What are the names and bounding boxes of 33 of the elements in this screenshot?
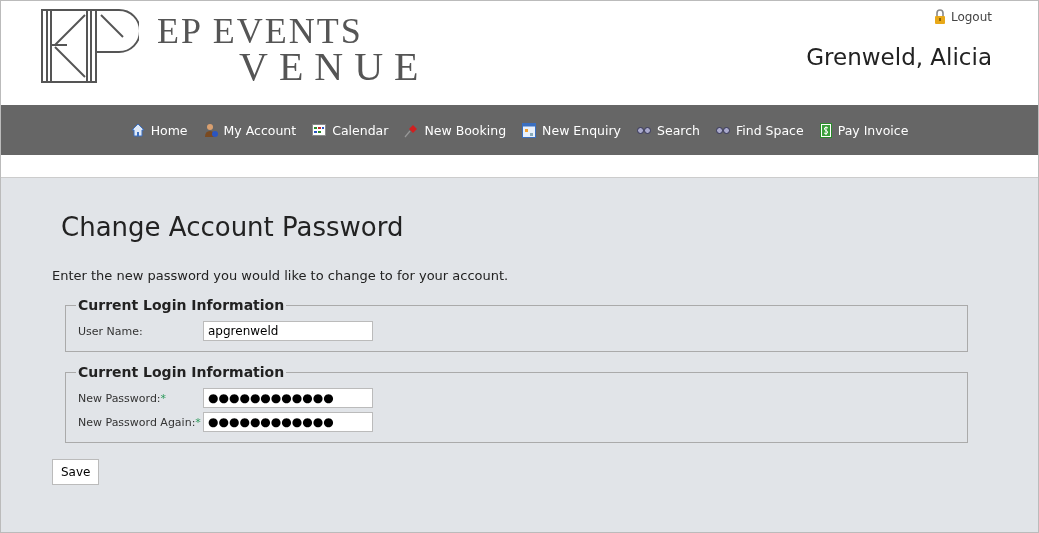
input-field[interactable]: ●●●●●●●●●●●●	[203, 388, 373, 408]
nav-link[interactable]: Search	[637, 122, 700, 138]
input-field[interactable]: apgrenweld	[203, 321, 373, 341]
page-title: Change Account Password	[61, 212, 405, 242]
nav-link[interactable]: New Enquiry	[522, 122, 622, 138]
nav-link[interactable]: My Account	[203, 122, 297, 138]
user-name: Grenweld, Alicia	[806, 44, 992, 70]
save-button[interactable]: Save	[52, 459, 100, 485]
house-icon	[130, 123, 145, 137]
brand-name: EP EVENTS	[157, 13, 364, 49]
fieldset-legend: Current Login Information	[76, 364, 287, 380]
nav-link[interactable]: Calendar	[312, 122, 389, 138]
logout-link[interactable]: Logout	[933, 9, 992, 24]
field-label: User Name:	[78, 324, 144, 338]
logo-monogram-icon	[41, 9, 139, 83]
nav-link[interactable]: Find Space	[716, 122, 804, 138]
input-field[interactable]: ●●●●●●●●●●●●	[203, 412, 373, 432]
binoculars-icon	[716, 126, 730, 134]
field-label: New Password Again:*	[78, 415, 202, 429]
calendar-icon	[312, 124, 327, 136]
binoculars-icon	[637, 126, 652, 134]
nav-link[interactable]: Home	[130, 122, 188, 138]
dollar-icon	[819, 122, 832, 138]
person-icon	[203, 122, 218, 138]
fieldset-legend: Current Login Information	[76, 297, 287, 313]
pushpin-icon	[404, 122, 419, 138]
calendar-icon	[522, 122, 537, 138]
nav-link[interactable]: Pay Invoice	[819, 122, 909, 138]
intro-text: Enter the new password you would like to change to for your account.	[52, 268, 510, 283]
brand-name: VENUE	[239, 47, 430, 87]
field-label: New Password:*	[78, 391, 168, 405]
padlock-icon	[933, 9, 946, 24]
nav-link[interactable]: New Booking	[404, 122, 507, 138]
